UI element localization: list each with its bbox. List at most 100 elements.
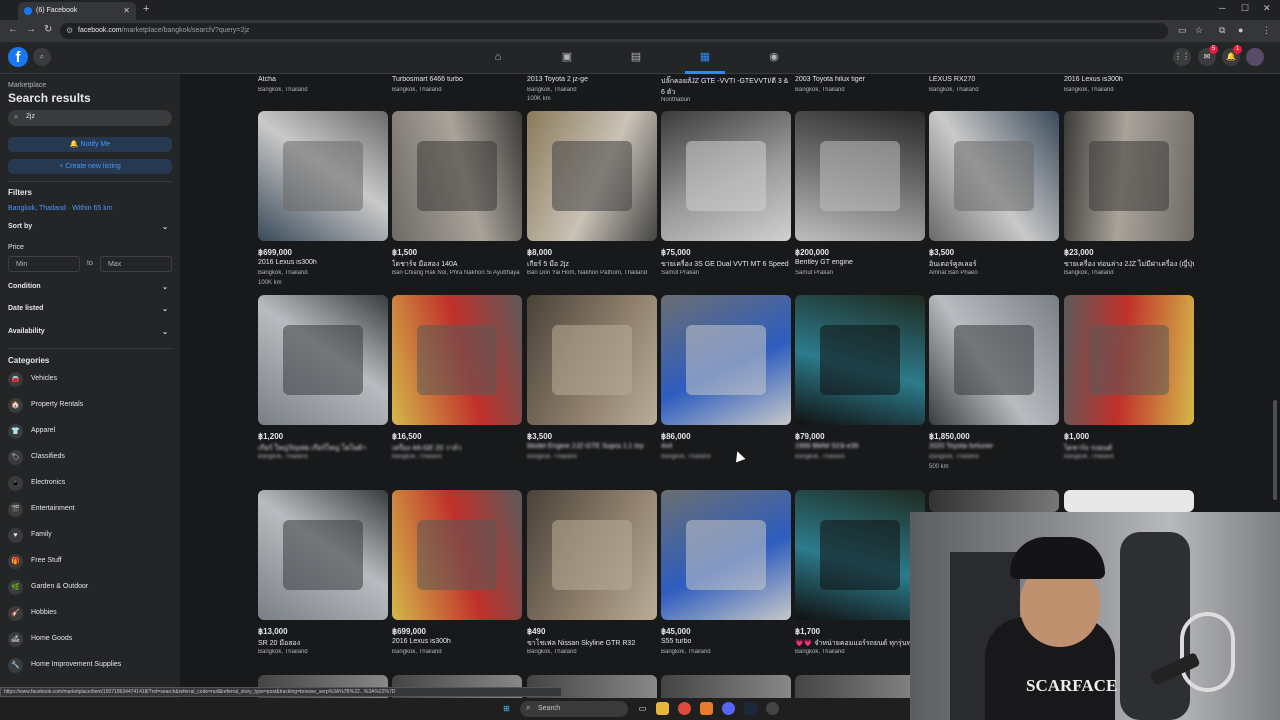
file-explorer-icon[interactable]: [656, 702, 669, 715]
listing-card[interactable]: ฿1,200 เกียร์ ใหญ่Toyota เกียร์ใหญ่ โตโยต…: [258, 295, 388, 480]
listing-photo[interactable]: [392, 111, 522, 241]
listing-card[interactable]: ฿13,000 SR 20 มือสอง Bangkok, Thailand: [258, 490, 388, 675]
gaming-icon[interactable]: ◉: [767, 50, 781, 64]
listing-photo[interactable]: [527, 111, 657, 241]
steam-icon[interactable]: [744, 702, 757, 715]
listing-card[interactable]: ฿490 ขาโชเฟล Nissan Skyline GTR R32 Bangko…: [527, 490, 657, 675]
price-min-input[interactable]: Min: [8, 256, 80, 272]
listing-card[interactable]: ปลั๊กคอยส์JZ GTE -VVTI -GTEVVTI/ตี 3 & 6 …: [661, 74, 791, 104]
bookmark-star-icon[interactable]: ☆: [1195, 25, 1203, 36]
listing-photo[interactable]: [795, 490, 925, 620]
listing-card[interactable]: ฿79,000 1999 BMW 523i e39 Bangkok, Thailan…: [795, 295, 925, 480]
listing-photo[interactable]: [795, 111, 925, 241]
listing-card[interactable]: Turbosmart 6466 turbo Bangkok, Thailand: [392, 74, 522, 104]
date-listed-dropdown[interactable]: Date listed ⌄: [8, 305, 172, 313]
site-info-icon[interactable]: ⚙: [66, 26, 73, 35]
marketplace-icon[interactable]: ▦: [698, 50, 712, 64]
listing-card[interactable]: ฿1,000 ไดชาร์จ รถยนต์ Bangkok, Thailand: [1064, 295, 1194, 480]
browser-tab[interactable]: (6) Facebook ✕: [18, 2, 136, 20]
listing-photo[interactable]: [258, 111, 388, 241]
listing-photo[interactable]: [527, 490, 657, 620]
discord-icon[interactable]: [722, 702, 735, 715]
category-item[interactable]: 📱 Electronics: [8, 476, 172, 492]
listing-photo[interactable]: [392, 295, 522, 425]
notify-me-button[interactable]: 🔔 Notify Me: [8, 137, 172, 152]
category-item[interactable]: 🛋 Home Goods: [8, 632, 172, 648]
listing-card[interactable]: ฿3,500 Model Engine 2JZ-GTE Supra 1:1 toy…: [527, 295, 657, 480]
chrome-icon[interactable]: [678, 702, 691, 715]
category-item[interactable]: 🔧 Home Improvement Supplies: [8, 658, 172, 674]
condition-dropdown[interactable]: Condition ⌄: [8, 283, 172, 291]
price-max-input[interactable]: Max: [100, 256, 172, 272]
reload-button[interactable]: ↻: [44, 24, 52, 35]
listing-card[interactable]: LEXUS RX270 Bangkok, Thailand: [929, 74, 1059, 104]
address-bar[interactable]: ⚙ facebook.com/marketplace/bangkok/searc…: [60, 23, 1168, 39]
category-item[interactable]: 🏷 Classifieds: [8, 450, 172, 466]
extensions-icon[interactable]: ⧉: [1219, 25, 1225, 36]
create-listing-button[interactable]: + Create new listing: [8, 159, 172, 174]
listing-card[interactable]: ฿86,000 4x4 Bangkok, Thailand: [661, 295, 791, 480]
category-item[interactable]: 🚘 Vehicles: [8, 372, 172, 388]
install-app-icon[interactable]: ▭: [1178, 25, 1187, 36]
listing-card[interactable]: ฿200,000 Bentley GT engine Samut Prakan: [795, 111, 925, 296]
taskbar-search[interactable]: ⌕ Search: [520, 701, 628, 717]
search-icon[interactable]: ⌕: [33, 48, 51, 66]
listing-card[interactable]: ฿3,500 อินเตอร์คูลเลอร์ Amnat Ban Phaeo: [929, 111, 1059, 296]
category-item[interactable]: 🌿 Garden & Outdoor: [8, 580, 172, 596]
new-tab-button[interactable]: +: [143, 3, 149, 15]
listing-card[interactable]: 2003 Toyota hilux tiger Bangkok, Thailand: [795, 74, 925, 104]
start-icon[interactable]: ⊞: [500, 702, 513, 715]
listing-photo[interactable]: [661, 295, 791, 425]
listing-photo[interactable]: [258, 295, 388, 425]
app-icon[interactable]: [700, 702, 713, 715]
listing-photo[interactable]: [929, 490, 1059, 512]
listing-photo[interactable]: [661, 111, 791, 241]
window-close-button[interactable]: ✕: [1263, 3, 1271, 14]
facebook-logo[interactable]: f: [8, 47, 28, 67]
listing-photo[interactable]: [929, 295, 1059, 425]
listing-card[interactable]: ฿1,500 ไดชาร์จ มือสอง 140A Ban Chiang Rak …: [392, 111, 522, 296]
listing-photo[interactable]: [258, 490, 388, 620]
category-item[interactable]: 🎁 Free Stuff: [8, 554, 172, 570]
menu-grid-icon[interactable]: ⋮⋮: [1173, 48, 1191, 66]
location-filter-link[interactable]: Bangkok, Thailand · Within 65 km: [8, 205, 113, 212]
availability-dropdown[interactable]: Availability ⌄: [8, 328, 172, 336]
obs-icon[interactable]: [766, 702, 779, 715]
home-icon[interactable]: ⌂: [491, 50, 505, 64]
browser-menu-icon[interactable]: ⋮: [1262, 25, 1271, 36]
listing-card[interactable]: ฿1,700 💗💗 จำหน่ายคอมแอร์รถยนต์ ทุกรุ่นทุก…: [795, 490, 925, 675]
category-item[interactable]: ♥ Family: [8, 528, 172, 544]
listing-photo[interactable]: [795, 295, 925, 425]
sort-by-dropdown[interactable]: Sort by ⌄: [8, 223, 172, 231]
listing-card[interactable]: ฿16,500 เครื่อง 4A-GE 20 วาล์ว Bangkok, Th…: [392, 295, 522, 480]
maximize-button[interactable]: ☐: [1241, 3, 1249, 14]
profile-icon[interactable]: ●: [1238, 25, 1243, 35]
listing-card[interactable]: ฿23,000 ขายเครื่อง ท่อนล่าง 2JZ ไม่มีฝาเค…: [1064, 111, 1194, 296]
listing-photo[interactable]: [929, 111, 1059, 241]
listing-photo[interactable]: [527, 295, 657, 425]
groups-icon[interactable]: ▤: [629, 50, 643, 64]
back-button[interactable]: ←: [8, 24, 18, 35]
listing-card[interactable]: ฿699,000 2016 Lexus is300h Bangkok, Thaila…: [392, 490, 522, 675]
category-item[interactable]: 🏠 Property Rentals: [8, 398, 172, 414]
minimize-button[interactable]: ─: [1219, 3, 1225, 13]
listing-card[interactable]: ฿45,000 S55 turbo Bangkok, Thailand: [661, 490, 791, 675]
listing-photo[interactable]: [1064, 111, 1194, 241]
listing-photo[interactable]: [661, 490, 791, 620]
listing-photo[interactable]: [1064, 490, 1194, 512]
category-item[interactable]: 🎬 Entertainment: [8, 502, 172, 518]
category-item[interactable]: 👕 Apparel: [8, 424, 172, 440]
marketplace-search-input[interactable]: ⌕ 2jz: [8, 110, 172, 126]
scrollbar[interactable]: [1273, 400, 1277, 500]
listing-card[interactable]: ฿75,000 ขายเครื่อง 3S GE Dual VVTI MT 6 S…: [661, 111, 791, 296]
listing-card[interactable]: Atcha Bangkok, Thailand: [258, 74, 388, 104]
listing-card[interactable]: ฿1,850,000 2020 Toyota fortuner Bangkok, T…: [929, 295, 1059, 480]
task-view-icon[interactable]: ▭: [636, 702, 649, 715]
forward-button[interactable]: →: [26, 24, 36, 35]
listing-card[interactable]: ฿8,000 เกียร์ 5 มือ 2jz Ban Don Yai Hom, N…: [527, 111, 657, 296]
listing-photo[interactable]: [392, 490, 522, 620]
tab-close-icon[interactable]: ✕: [123, 6, 130, 15]
listing-card[interactable]: 2016 Lexus is300h Bangkok, Thailand: [1064, 74, 1194, 104]
listing-photo[interactable]: [1064, 295, 1194, 425]
video-icon[interactable]: ▣: [560, 50, 574, 64]
